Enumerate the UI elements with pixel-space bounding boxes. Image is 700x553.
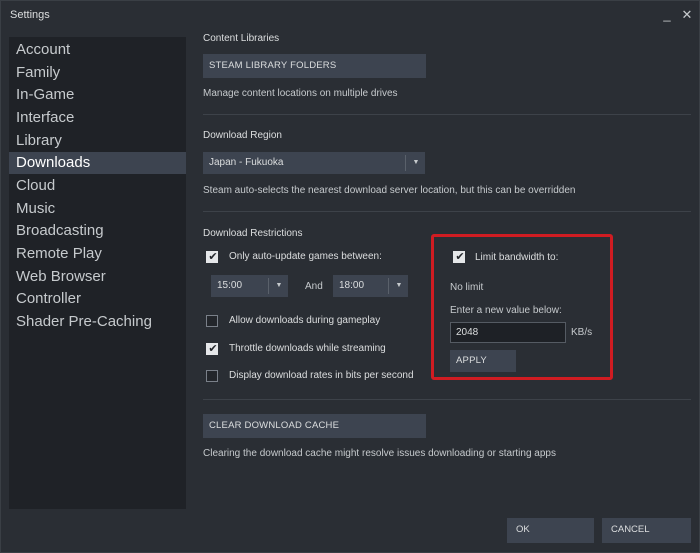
throttle-streaming-label: Throttle downloads while streaming [229, 343, 386, 354]
ok-button[interactable]: OK [507, 518, 594, 543]
sidebar-item-music[interactable]: Music [9, 198, 186, 220]
checkmark-icon: ✔ [208, 343, 218, 355]
sidebar-item-in-game[interactable]: In-Game [9, 84, 186, 106]
download-cache-description: Clearing the download cache might resolv… [203, 448, 556, 459]
auto-update-checkbox[interactable]: ✔ [206, 251, 218, 263]
sidebar-item-broadcasting[interactable]: Broadcasting [9, 220, 186, 242]
download-region-value: Japan - Fukuoka [209, 157, 284, 168]
download-region-select[interactable]: Japan - Fukuoka ▼ [203, 152, 425, 174]
sidebar-item-family[interactable]: Family [9, 62, 186, 84]
throttle-streaming-checkbox[interactable]: ✔ [206, 343, 218, 355]
sidebar-item-shader-pre-caching[interactable]: Shader Pre-Caching [9, 311, 186, 333]
auto-update-label: Only auto-update games between: [229, 251, 382, 262]
end-time-select[interactable]: 18:00 ▼ [333, 275, 408, 297]
minimize-button[interactable]: _ [659, 5, 675, 25]
close-button[interactable]: ✕ [679, 5, 695, 25]
settings-window: Settings _ ✕ Account Family In-Game Inte… [0, 0, 700, 553]
sidebar-item-remote-play[interactable]: Remote Play [9, 243, 186, 265]
start-time-select[interactable]: 15:00 ▼ [211, 275, 288, 297]
sidebar-item-account[interactable]: Account [9, 39, 186, 61]
download-region-title: Download Region [203, 130, 282, 141]
content-libraries-title: Content Libraries [203, 33, 280, 44]
chevron-down-icon: ▼ [395, 282, 403, 289]
sidebar-item-cloud[interactable]: Cloud [9, 175, 186, 197]
sidebar-item-controller[interactable]: Controller [9, 288, 186, 310]
chevron-down-icon: ▼ [275, 282, 283, 289]
section-divider [203, 211, 691, 212]
select-separator [405, 155, 406, 171]
cancel-button[interactable]: CANCEL [602, 518, 691, 543]
allow-during-gameplay-checkbox[interactable] [206, 315, 218, 327]
sidebar-item-interface[interactable]: Interface [9, 107, 186, 129]
download-region-description: Steam auto-selects the nearest download … [203, 185, 576, 196]
end-time-value: 18:00 [339, 280, 365, 291]
sidebar-item-downloads[interactable]: Downloads [9, 152, 186, 174]
bits-per-second-label: Display download rates in bits per secon… [229, 370, 414, 381]
bandwidth-highlight-box [431, 234, 613, 380]
allow-during-gameplay-label: Allow downloads during gameplay [229, 315, 381, 326]
title-bar: Settings _ ✕ [1, 1, 700, 31]
bits-per-second-checkbox[interactable] [206, 370, 218, 382]
sidebar-item-library[interactable]: Library [9, 130, 186, 152]
start-time-value: 15:00 [217, 280, 243, 291]
chevron-down-icon: ▼ [412, 159, 420, 166]
download-restrictions-title: Download Restrictions [203, 228, 303, 239]
content-libraries-description: Manage content locations on multiple dri… [203, 88, 398, 99]
section-divider [203, 399, 691, 400]
select-separator [268, 278, 269, 294]
sidebar-item-web-browser[interactable]: Web Browser [9, 266, 186, 288]
checkmark-icon: ✔ [208, 251, 218, 263]
select-separator [388, 278, 389, 294]
settings-sidebar: Account Family In-Game Interface Library… [9, 37, 186, 509]
clear-download-cache-button[interactable]: CLEAR DOWNLOAD CACHE [203, 414, 426, 438]
steam-library-folders-button[interactable]: STEAM LIBRARY FOLDERS [203, 54, 426, 78]
and-label: And [305, 281, 323, 292]
section-divider [203, 114, 691, 115]
window-title: Settings [10, 9, 50, 21]
